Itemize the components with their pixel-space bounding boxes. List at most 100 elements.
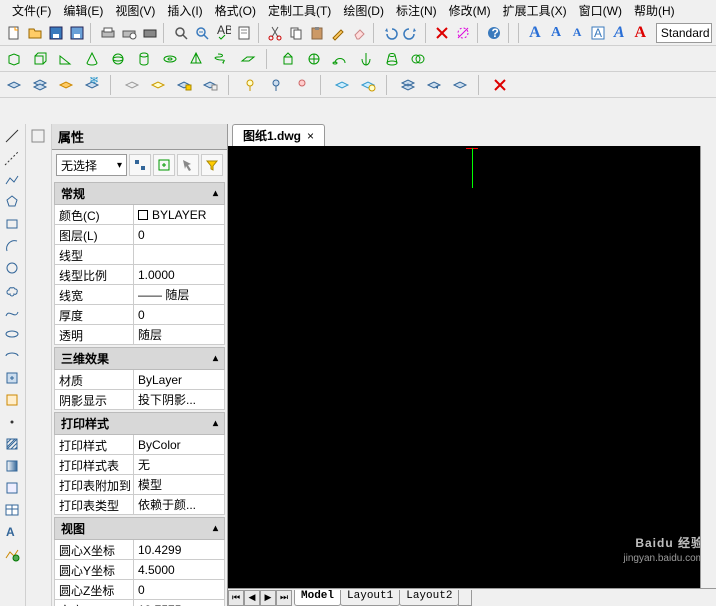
text-style-a2-icon[interactable]: A xyxy=(546,23,565,43)
ellipse-arc-icon[interactable] xyxy=(2,346,22,366)
revcloud-icon[interactable] xyxy=(2,280,22,300)
text-style-a4-icon[interactable]: A xyxy=(610,23,629,43)
property-value[interactable]: 1.0000 xyxy=(134,265,225,285)
pyramid-icon[interactable] xyxy=(186,49,206,69)
menu-format[interactable]: 格式(O) xyxy=(211,2,260,18)
eraser-icon[interactable] xyxy=(350,23,369,43)
layout-tab-model[interactable]: Model xyxy=(294,590,341,606)
highlight-off-icon[interactable] xyxy=(454,23,473,43)
spline-icon[interactable] xyxy=(2,302,22,322)
copy-icon[interactable] xyxy=(286,23,305,43)
cone-icon[interactable] xyxy=(82,49,102,69)
mystery-icon[interactable] xyxy=(28,126,48,146)
section-header[interactable]: 三维效果 xyxy=(54,347,225,370)
menu-view[interactable]: 视图(V) xyxy=(111,2,159,18)
help-icon[interactable]: ? xyxy=(485,23,504,43)
sweep-icon[interactable] xyxy=(330,49,350,69)
property-value[interactable]: ByLayer xyxy=(134,370,225,390)
ellipse-icon[interactable] xyxy=(2,324,22,344)
torus-icon[interactable] xyxy=(160,49,180,69)
menu-window[interactable]: 窗口(W) xyxy=(575,2,626,18)
menu-insert[interactable]: 插入(I) xyxy=(163,2,206,18)
loft-icon[interactable] xyxy=(382,49,402,69)
point-icon[interactable] xyxy=(2,412,22,432)
undo-icon[interactable] xyxy=(381,23,400,43)
property-value[interactable]: ByColor xyxy=(134,435,225,455)
layer-off-icon[interactable] xyxy=(122,75,142,95)
section-header[interactable]: 打印样式 xyxy=(54,412,225,435)
paste-icon[interactable] xyxy=(308,23,327,43)
layer-state-2-icon[interactable] xyxy=(30,75,50,95)
property-row[interactable]: 厚度0 xyxy=(54,305,225,325)
layer-delete-icon[interactable] xyxy=(490,75,510,95)
cut-icon[interactable] xyxy=(265,23,284,43)
menu-modify[interactable]: 修改(M) xyxy=(445,2,495,18)
layer-lock-icon[interactable] xyxy=(174,75,194,95)
property-row[interactable]: 圆心X坐标10.4299 xyxy=(54,540,225,560)
union-icon[interactable] xyxy=(408,49,428,69)
menu-edit[interactable]: 编辑(E) xyxy=(59,2,107,18)
quick-select-icon[interactable] xyxy=(153,154,175,176)
layer-unlock-icon[interactable] xyxy=(200,75,220,95)
property-row[interactable]: 线宽—— 随层 xyxy=(54,285,225,305)
cylinder-icon[interactable] xyxy=(134,49,154,69)
toggle-pick-icon[interactable] xyxy=(129,154,151,176)
menu-dimension[interactable]: 标注(N) xyxy=(392,2,441,18)
property-row[interactable]: 阴影显示投下阴影... xyxy=(54,390,225,410)
layer-merge-icon[interactable] xyxy=(398,75,418,95)
menu-custom-tools[interactable]: 定制工具(T) xyxy=(264,2,335,18)
extrude-icon[interactable] xyxy=(278,49,298,69)
circle-icon[interactable] xyxy=(2,258,22,278)
property-value[interactable]: 投下阴影... xyxy=(134,390,225,410)
save-as-icon[interactable] xyxy=(67,23,86,43)
wedge-icon[interactable] xyxy=(56,49,76,69)
property-value[interactable]: 无 xyxy=(134,455,225,475)
region-icon[interactable] xyxy=(2,478,22,498)
polyline-icon[interactable] xyxy=(2,170,22,190)
script-icon[interactable] xyxy=(234,23,253,43)
scroll-first-icon[interactable]: ⏮ xyxy=(228,590,244,606)
selection-combo[interactable]: 无选择 xyxy=(56,154,127,176)
layer-vis-2-icon[interactable] xyxy=(358,75,378,95)
layer-tool-2-icon[interactable] xyxy=(266,75,286,95)
spellcheck-icon[interactable]: ABC xyxy=(213,23,232,43)
property-value[interactable] xyxy=(134,245,225,265)
hatch-icon[interactable] xyxy=(2,434,22,454)
document-tab[interactable]: 图纸1.dwg × xyxy=(232,124,325,146)
property-row[interactable]: 材质ByLayer xyxy=(54,370,225,390)
polysolid-icon[interactable] xyxy=(4,49,24,69)
layer-iso-icon[interactable] xyxy=(56,75,76,95)
property-row[interactable]: 圆心Y坐标4.5000 xyxy=(54,560,225,580)
planar-icon[interactable] xyxy=(238,49,258,69)
line-icon[interactable] xyxy=(2,126,22,146)
plot-icon[interactable] xyxy=(98,23,117,43)
print-icon[interactable] xyxy=(140,23,159,43)
property-value[interactable]: 10.4299 xyxy=(134,540,225,560)
revolve-icon[interactable] xyxy=(356,49,376,69)
property-value[interactable]: 0 xyxy=(134,580,225,600)
layout-tab-more[interactable] xyxy=(458,590,472,606)
layer-tool-3-icon[interactable] xyxy=(292,75,312,95)
filter-icon[interactable] xyxy=(201,154,223,176)
vertical-scrollbar[interactable] xyxy=(700,146,716,588)
make-block-icon[interactable] xyxy=(2,390,22,410)
layer-walk-icon[interactable] xyxy=(450,75,470,95)
open-file-icon[interactable] xyxy=(25,23,44,43)
insert-block-icon[interactable] xyxy=(2,368,22,388)
properties-scroll[interactable]: 常规颜色(C)BYLAYER图层(L)0线型线型比例1.0000线宽—— 随层厚… xyxy=(52,180,227,606)
new-file-icon[interactable] xyxy=(4,23,23,43)
text-style-a3-icon[interactable]: A xyxy=(568,23,587,43)
property-row[interactable]: 透明随层 xyxy=(54,325,225,345)
text-style-combo[interactable]: Standard xyxy=(656,23,712,43)
rectangle-icon[interactable] xyxy=(2,214,22,234)
scroll-next-icon[interactable]: ▶ xyxy=(260,590,276,606)
property-value[interactable]: 0 xyxy=(134,225,225,245)
plot-preview-icon[interactable] xyxy=(119,23,138,43)
menu-help[interactable]: 帮助(H) xyxy=(630,2,679,18)
construction-line-icon[interactable] xyxy=(2,148,22,168)
close-icon[interactable]: × xyxy=(307,129,314,143)
menu-extension[interactable]: 扩展工具(X) xyxy=(499,2,571,18)
property-row[interactable]: 打印表附加到模型 xyxy=(54,475,225,495)
presspull-icon[interactable] xyxy=(304,49,324,69)
layout-tab-layout2[interactable]: Layout2 xyxy=(399,590,459,606)
